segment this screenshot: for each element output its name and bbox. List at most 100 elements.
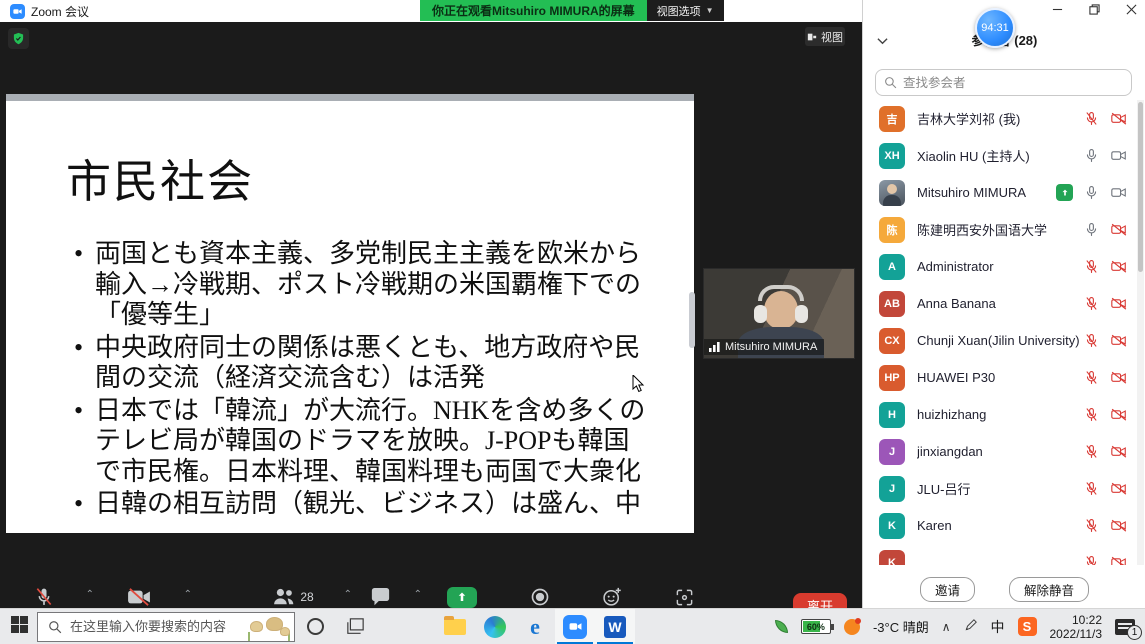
pen-icon[interactable] <box>964 618 978 635</box>
edge-legacy-button[interactable]: e <box>515 609 555 644</box>
participants-count: 28 <box>300 590 313 604</box>
participant-row[interactable]: AB Anna Banana <box>863 285 1138 322</box>
camera-icon[interactable] <box>1110 222 1128 237</box>
camera-icon[interactable] <box>1110 333 1128 348</box>
camera-icon[interactable] <box>1110 148 1128 163</box>
weather-icon[interactable] <box>844 619 860 635</box>
mouse-cursor-icon <box>632 375 645 398</box>
participant-name: 陈建明西安外国语大学 <box>917 220 1084 239</box>
meeting-timer-badge[interactable]: 94:31 <box>975 8 1015 48</box>
camera-icon[interactable] <box>1110 296 1128 311</box>
slide-title: 市民社会 <box>66 145 254 210</box>
mic-icon[interactable] <box>1084 185 1099 200</box>
participant-row[interactable]: XH Xiaolin HU (主持人) <box>863 137 1138 174</box>
sogou-icon[interactable]: S <box>1018 617 1037 636</box>
shared-screen-slide: 市民社会 両国とも資本主義、多党制民主主義を欧米から輸入→冷戦期、ポスト冷戦期の… <box>6 94 694 533</box>
weather-text[interactable]: -3°C 晴朗 <box>873 617 929 636</box>
search-icon <box>48 620 62 634</box>
cortana-button[interactable] <box>295 609 335 644</box>
camera-icon[interactable] <box>1110 370 1128 385</box>
participant-row[interactable]: HP HUAWEI P30 <box>863 359 1138 396</box>
view-button[interactable]: 视图 <box>805 27 845 46</box>
camera-icon[interactable] <box>1110 185 1128 200</box>
participant-row[interactable]: K Karen <box>863 507 1138 544</box>
file-explorer-button[interactable] <box>435 609 475 644</box>
zoom-app-button[interactable] <box>555 609 595 644</box>
chevron-up-icon[interactable]: ⌃ <box>184 589 192 600</box>
avatar: 吉 <box>879 106 905 132</box>
battery-indicator[interactable]: 60% <box>801 619 831 634</box>
system-tray: 60% -3°C 晴朗 ∧ 中 S 10:22 2022/11/3 1 <box>775 613 1145 641</box>
slide-bullet: 中央政府同士の関係は悪くとも、地方政府や民間の交流（経済交流含む）は活発 <box>72 333 652 394</box>
chevron-up-icon[interactable]: ⌃ <box>86 589 94 600</box>
participant-row[interactable]: J JLU-吕行 <box>863 470 1138 507</box>
mic-icon[interactable] <box>1084 259 1099 274</box>
camera-icon[interactable] <box>1110 407 1128 422</box>
edge-button[interactable] <box>475 609 515 644</box>
camera-icon[interactable] <box>1110 444 1128 459</box>
participant-search-box[interactable] <box>875 69 1132 96</box>
participant-row[interactable]: 陈 陈建明西安外国语大学 <box>863 211 1138 248</box>
participant-row[interactable]: CX Chunji Xuan(Jilin University) <box>863 322 1138 359</box>
start-button[interactable] <box>11 616 28 638</box>
minimize-button[interactable] <box>1052 2 1063 20</box>
participant-name: Anna Banana <box>917 296 1084 311</box>
mic-icon[interactable] <box>1084 148 1099 163</box>
search-input[interactable] <box>903 76 1103 90</box>
mic-icon[interactable] <box>1084 444 1099 459</box>
participants-scrollbar[interactable] <box>1137 100 1144 565</box>
notification-count-badge: 1 <box>1127 625 1142 640</box>
slide-bullet: 日韓の相互訪問（観光、ビジネス）は盛ん、中 <box>72 489 652 520</box>
camera-icon[interactable] <box>1110 481 1128 496</box>
watching-banner: 你正在观看Mitsuhiro MIMURA的屏幕 <box>420 0 647 21</box>
chevron-up-icon[interactable]: ⌃ <box>344 589 352 600</box>
participant-name: huizhizhang <box>917 407 1084 422</box>
edge-icon <box>484 616 506 638</box>
participant-row[interactable]: J jinxiangdan <box>863 433 1138 470</box>
participant-name: Mitsuhiro MIMURA <box>917 185 1056 200</box>
mic-icon[interactable] <box>1084 111 1099 126</box>
avatar: K <box>879 513 905 539</box>
mic-icon[interactable] <box>1084 481 1099 496</box>
leaf-icon[interactable] <box>775 620 788 633</box>
taskbar-search-box[interactable] <box>37 612 295 642</box>
search-icon <box>884 76 897 89</box>
taskbar-search-input[interactable] <box>70 619 230 634</box>
mic-icon[interactable] <box>1084 296 1099 311</box>
participant-row[interactable]: 吉 吉林大学刘祁 (我) <box>863 100 1138 137</box>
signal-bars-icon <box>709 342 721 352</box>
mic-icon[interactable] <box>1084 222 1099 237</box>
camera-icon[interactable] <box>1110 518 1128 533</box>
ime-indicator[interactable]: 中 <box>991 617 1005 637</box>
close-icon[interactable] <box>1126 2 1137 20</box>
view-options-button[interactable]: 视图选项 ▼ <box>647 0 724 21</box>
mic-icon[interactable] <box>1084 333 1099 348</box>
participant-row[interactable]: Mitsuhiro MIMURA <box>863 174 1138 211</box>
taskbar-clock[interactable]: 10:22 2022/11/3 <box>1050 613 1103 641</box>
chevron-up-icon[interactable]: ⌃ <box>414 589 422 600</box>
mic-icon[interactable] <box>1084 370 1099 385</box>
participant-row[interactable]: K <box>863 544 1138 565</box>
camera-icon[interactable] <box>1110 111 1128 126</box>
mic-icon[interactable] <box>1084 518 1099 533</box>
slide-scrollbar[interactable] <box>689 292 695 348</box>
word-app-button[interactable]: W <box>595 609 635 644</box>
participant-name: JLU-吕行 <box>917 479 1084 498</box>
camera-icon[interactable] <box>1110 259 1128 274</box>
tray-expand-chevron[interactable]: ∧ <box>942 620 951 634</box>
participant-row[interactable]: A Administrator <box>863 248 1138 285</box>
unmute-all-button[interactable]: 解除静音 <box>1009 577 1089 602</box>
participant-name: HUAWEI P30 <box>917 370 1084 385</box>
restore-button[interactable] <box>1089 2 1100 20</box>
task-view-button[interactable] <box>335 609 375 644</box>
slide-bullet-list: 両国とも資本主義、多党制民主主義を欧米から輸入→冷戦期、ポスト冷戦期の米国覇権下… <box>72 239 652 522</box>
camera-icon[interactable] <box>1110 555 1128 565</box>
invite-button[interactable]: 邀请 <box>920 577 975 602</box>
mic-icon[interactable] <box>1084 407 1099 422</box>
notification-center-icon[interactable]: 1 <box>1115 619 1135 635</box>
mic-icon[interactable] <box>1084 555 1099 565</box>
security-shield-icon[interactable] <box>8 28 29 49</box>
participant-row[interactable]: H huizhizhang <box>863 396 1138 433</box>
meeting-stage: 视图 市民社会 両国とも資本主義、多党制民主主義を欧米から輸入→冷戦期、ポスト冷… <box>0 22 862 608</box>
video-thumbnail[interactable]: Mitsuhiro MIMURA <box>703 268 855 359</box>
